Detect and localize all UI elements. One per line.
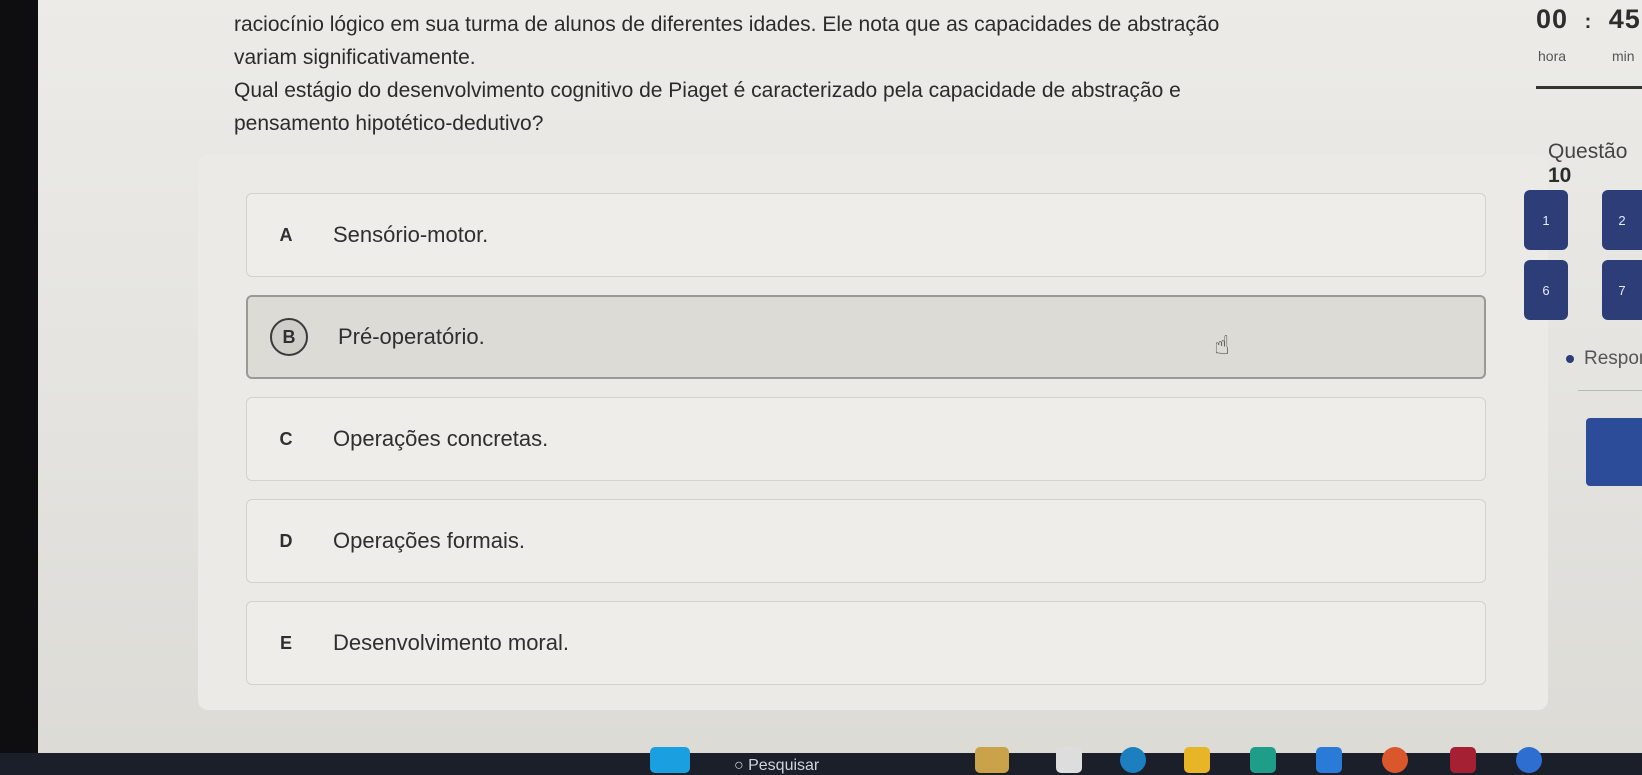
answered-dot-icon xyxy=(1566,355,1574,363)
question-nav-1[interactable]: 1 xyxy=(1524,190,1568,250)
timer-minutes-label: min xyxy=(1612,48,1635,64)
screen-bezel xyxy=(0,0,38,775)
chrome-icon[interactable] xyxy=(1516,747,1542,773)
option-label: Operações formais. xyxy=(333,528,525,553)
search-icon: ○ xyxy=(734,757,749,774)
task-view-icon[interactable] xyxy=(1056,747,1082,773)
timer-minutes: 45 xyxy=(1608,4,1641,34)
edge-browser-icon[interactable] xyxy=(1120,747,1146,773)
question-line-3: Qual estágio do desenvolvimento cognitiv… xyxy=(234,79,1181,102)
legend-label: Respond xyxy=(1584,348,1642,369)
question-text: raciocínio lógico em sua turma de alunos… xyxy=(234,8,1384,140)
store-icon[interactable] xyxy=(1316,747,1342,773)
search-placeholder: Pesquisar xyxy=(748,757,820,774)
question-nav-6[interactable]: 6 xyxy=(1524,260,1568,320)
question-nav-7[interactable]: 7 xyxy=(1602,260,1642,320)
submit-button[interactable] xyxy=(1586,418,1642,486)
option-label: Desenvolvimento moral. xyxy=(333,630,569,655)
start-icon[interactable] xyxy=(650,747,690,773)
timer-hours-label: hora xyxy=(1538,48,1567,64)
option-c[interactable]: C Operações concretas. xyxy=(246,397,1486,481)
exam-screen: raciocínio lógico em sua turma de alunos… xyxy=(38,0,1642,755)
option-letter: D xyxy=(279,530,293,551)
file-explorer-icon[interactable] xyxy=(1184,747,1210,773)
question-counter-number: 10 xyxy=(1548,164,1572,187)
option-label: Sensório-motor. xyxy=(333,222,489,247)
taskbar-items: ○ Pesquisar xyxy=(0,735,1642,775)
option-label: Operações concretas. xyxy=(333,426,549,451)
option-letter: B xyxy=(270,318,308,356)
option-a[interactable]: A Sensório-motor. xyxy=(246,193,1486,277)
timer-divider xyxy=(1536,86,1642,89)
panel-divider xyxy=(1578,390,1642,391)
hand-cursor-icon: ☝ xyxy=(1214,330,1230,360)
question-nav-2[interactable]: 2 xyxy=(1602,190,1642,250)
office-icon[interactable] xyxy=(1382,747,1408,773)
question-counter: Questão 10 xyxy=(1548,140,1642,188)
option-d[interactable]: D Operações formais. xyxy=(246,499,1486,583)
option-label: Pré-operatório. xyxy=(338,324,485,349)
option-letter: E xyxy=(279,632,292,653)
vivaldi-icon[interactable] xyxy=(1450,747,1476,773)
countdown-timer: 00 : 45 : hora min xyxy=(1536,4,1642,89)
timer-hours: 00 xyxy=(1536,4,1569,34)
question-line-1: raciocínio lógico em sua turma de alunos… xyxy=(234,13,1220,36)
question-line-4: pensamento hipotético-dedutivo? xyxy=(234,112,544,135)
option-letter: C xyxy=(279,428,293,449)
answer-options: A Sensório-motor. B Pré-operatório. C Op… xyxy=(198,155,1548,710)
question-line-2: variam significativamente. xyxy=(234,46,476,69)
widget-icon[interactable] xyxy=(975,747,1009,773)
option-e[interactable]: E Desenvolvimento moral. xyxy=(246,601,1486,685)
legend-answered: Respond xyxy=(1566,348,1642,370)
timer-separator: : xyxy=(1584,11,1593,33)
option-b[interactable]: B Pré-operatório. xyxy=(246,295,1486,379)
taskbar-search[interactable]: ○ Pesquisar xyxy=(734,757,819,775)
question-counter-label: Questão xyxy=(1548,140,1628,163)
app-icon[interactable] xyxy=(1250,747,1276,773)
option-letter: A xyxy=(279,224,293,245)
